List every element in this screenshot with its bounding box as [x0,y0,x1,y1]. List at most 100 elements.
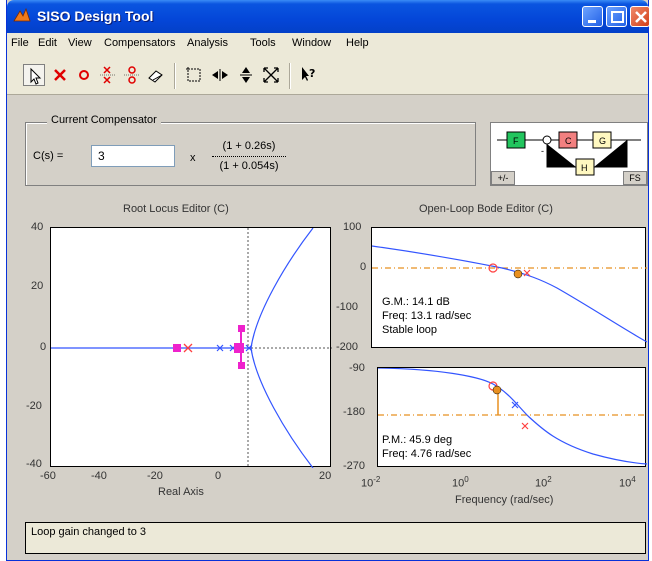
bode-xtick: 102 [535,475,552,490]
eraser-icon [148,70,163,83]
root-locus-plot[interactable] [50,227,332,468]
block-c-label: C [565,136,572,146]
menu-file[interactable]: File [11,37,29,49]
rl-ytick: 20 [31,280,44,292]
toolbar-separator [289,63,291,89]
bode-mag-ytick: -100 [336,301,359,313]
rl-ytick: 0 [40,341,47,353]
bode-xtick: 104 [619,475,636,490]
compensator-denominator: (1 + 0.054s) [219,160,279,172]
complex-pole-icon [100,66,116,84]
bode-mag-ytick: 0 [360,261,367,273]
rl-ytick: -40 [26,458,42,470]
feedback-structure-button[interactable]: FS [623,171,647,185]
loop-stability: Stable loop [382,324,438,336]
compensator-label: C(s) = [33,150,64,162]
close-icon [635,11,647,23]
add-complex-zero-button[interactable] [121,64,143,86]
zoom-y-button[interactable] [235,64,257,86]
minimize-button[interactable] [582,6,603,27]
zoom-y-icon [240,67,252,83]
zoom-x-button[interactable] [209,64,231,86]
summing-sign: - [541,146,544,156]
add-zero-button[interactable] [73,64,95,86]
rl-xtick: -20 [147,470,163,482]
window-title: SISO Design Tool [37,8,154,24]
menu-tools[interactable]: Tools [250,37,276,49]
bode-phase-ytick: -270 [343,460,366,472]
toolbar-separator [174,63,176,89]
toolbar: ? [7,55,648,95]
rl-xtick: 0 [215,470,222,482]
bode-title: Open-Loop Bode Editor (C) [419,203,553,215]
block-g-label: G [599,136,606,146]
erase-button[interactable] [145,64,167,86]
rl-xtick: -40 [91,470,107,482]
zoom-box-icon [186,67,201,82]
minimize-icon [588,20,596,23]
bode-xlabel: Frequency (rad/sec) [455,494,554,506]
svg-text:?: ? [309,67,315,80]
maximize-icon [611,11,624,23]
matlab-logo-icon [13,7,31,22]
rl-xlabel: Real Axis [158,486,204,498]
bode-mag-ytick: 100 [343,221,362,233]
rl-xtick: 20 [319,470,332,482]
gain-margin-text: G.M.: 14.1 dB [382,296,450,308]
close-button[interactable] [630,6,650,27]
compensator-times: x [190,152,196,164]
root-locus-title: Root Locus Editor (C) [123,203,229,215]
pole-x-icon [54,69,66,81]
status-text: Loop gain changed to 3 [31,526,146,538]
gain-margin-freq: Freq: 13.1 rad/sec [382,310,472,322]
menu-analysis[interactable]: Analysis [187,37,228,49]
rl-xtick: -60 [40,470,56,482]
rl-closed-loop-pole[interactable] [238,325,245,332]
menu-compensators[interactable]: Compensators [104,37,176,49]
phase-margin-freq: Freq: 4.76 rad/sec [382,448,472,460]
feedback-structure-diagram[interactable]: F C G H - +/- FS [490,122,648,186]
sign-toggle-button[interactable]: +/- [491,171,515,185]
whats-this-button[interactable]: ? [297,64,319,86]
bode-xtick: 10-2 [361,475,381,490]
bode-phase-ytick: -180 [343,406,366,418]
rl-closed-loop-pole[interactable] [238,362,245,369]
rl-ytick: 40 [31,221,44,233]
status-bar: Loop gain changed to 3 [25,522,646,554]
rl-closed-loop-pole[interactable] [234,343,244,353]
title-bar[interactable]: SISO Design Tool [7,0,650,33]
arrow-cursor-icon [30,67,42,85]
add-pole-button[interactable] [49,64,71,86]
select-tool-button[interactable] [23,64,45,86]
help-arrow-icon: ? [302,67,315,81]
phase-margin-text: P.M.: 45.9 deg [382,434,453,446]
add-complex-pole-button[interactable] [97,64,119,86]
fraction-line [212,156,286,157]
menu-edit[interactable]: Edit [38,37,57,49]
zoom-xy-button[interactable] [183,64,205,86]
current-compensator-legend: Current Compensator [47,114,161,126]
expand-arrows-icon [263,67,279,83]
rl-ytick: -20 [26,400,42,412]
zoom-x-icon [212,69,228,81]
complex-zero-icon [124,66,140,84]
menu-help[interactable]: Help [346,37,369,49]
phase-margin-info: P.M.: 45.9 deg Freq: 4.76 rad/sec [382,433,471,461]
menu-view[interactable]: View [68,37,92,49]
gain-margin-info: G.M.: 14.1 dB Freq: 13.1 rad/sec Stable … [382,295,471,337]
block-f-label: F [513,136,519,146]
zoom-out-button[interactable] [260,64,282,86]
compensator-gain-input[interactable] [91,145,175,167]
compensator-numerator: (1 + 0.26s) [222,140,276,152]
zero-circle-icon [79,70,89,80]
rl-closed-loop-pole[interactable] [173,344,181,352]
bode-phase-ytick: -90 [349,362,365,374]
siso-window: SISO Design Tool File Edit View Compensa… [6,0,650,561]
bode-xtick: 100 [452,475,469,490]
menu-bar: File Edit View Compensators Analysis Too… [7,33,648,55]
bode-mag-ytick: -200 [336,341,359,353]
block-h-label: H [581,163,588,173]
root-locus-graphic [51,228,332,468]
menu-window[interactable]: Window [292,37,331,49]
maximize-button[interactable] [606,6,627,27]
